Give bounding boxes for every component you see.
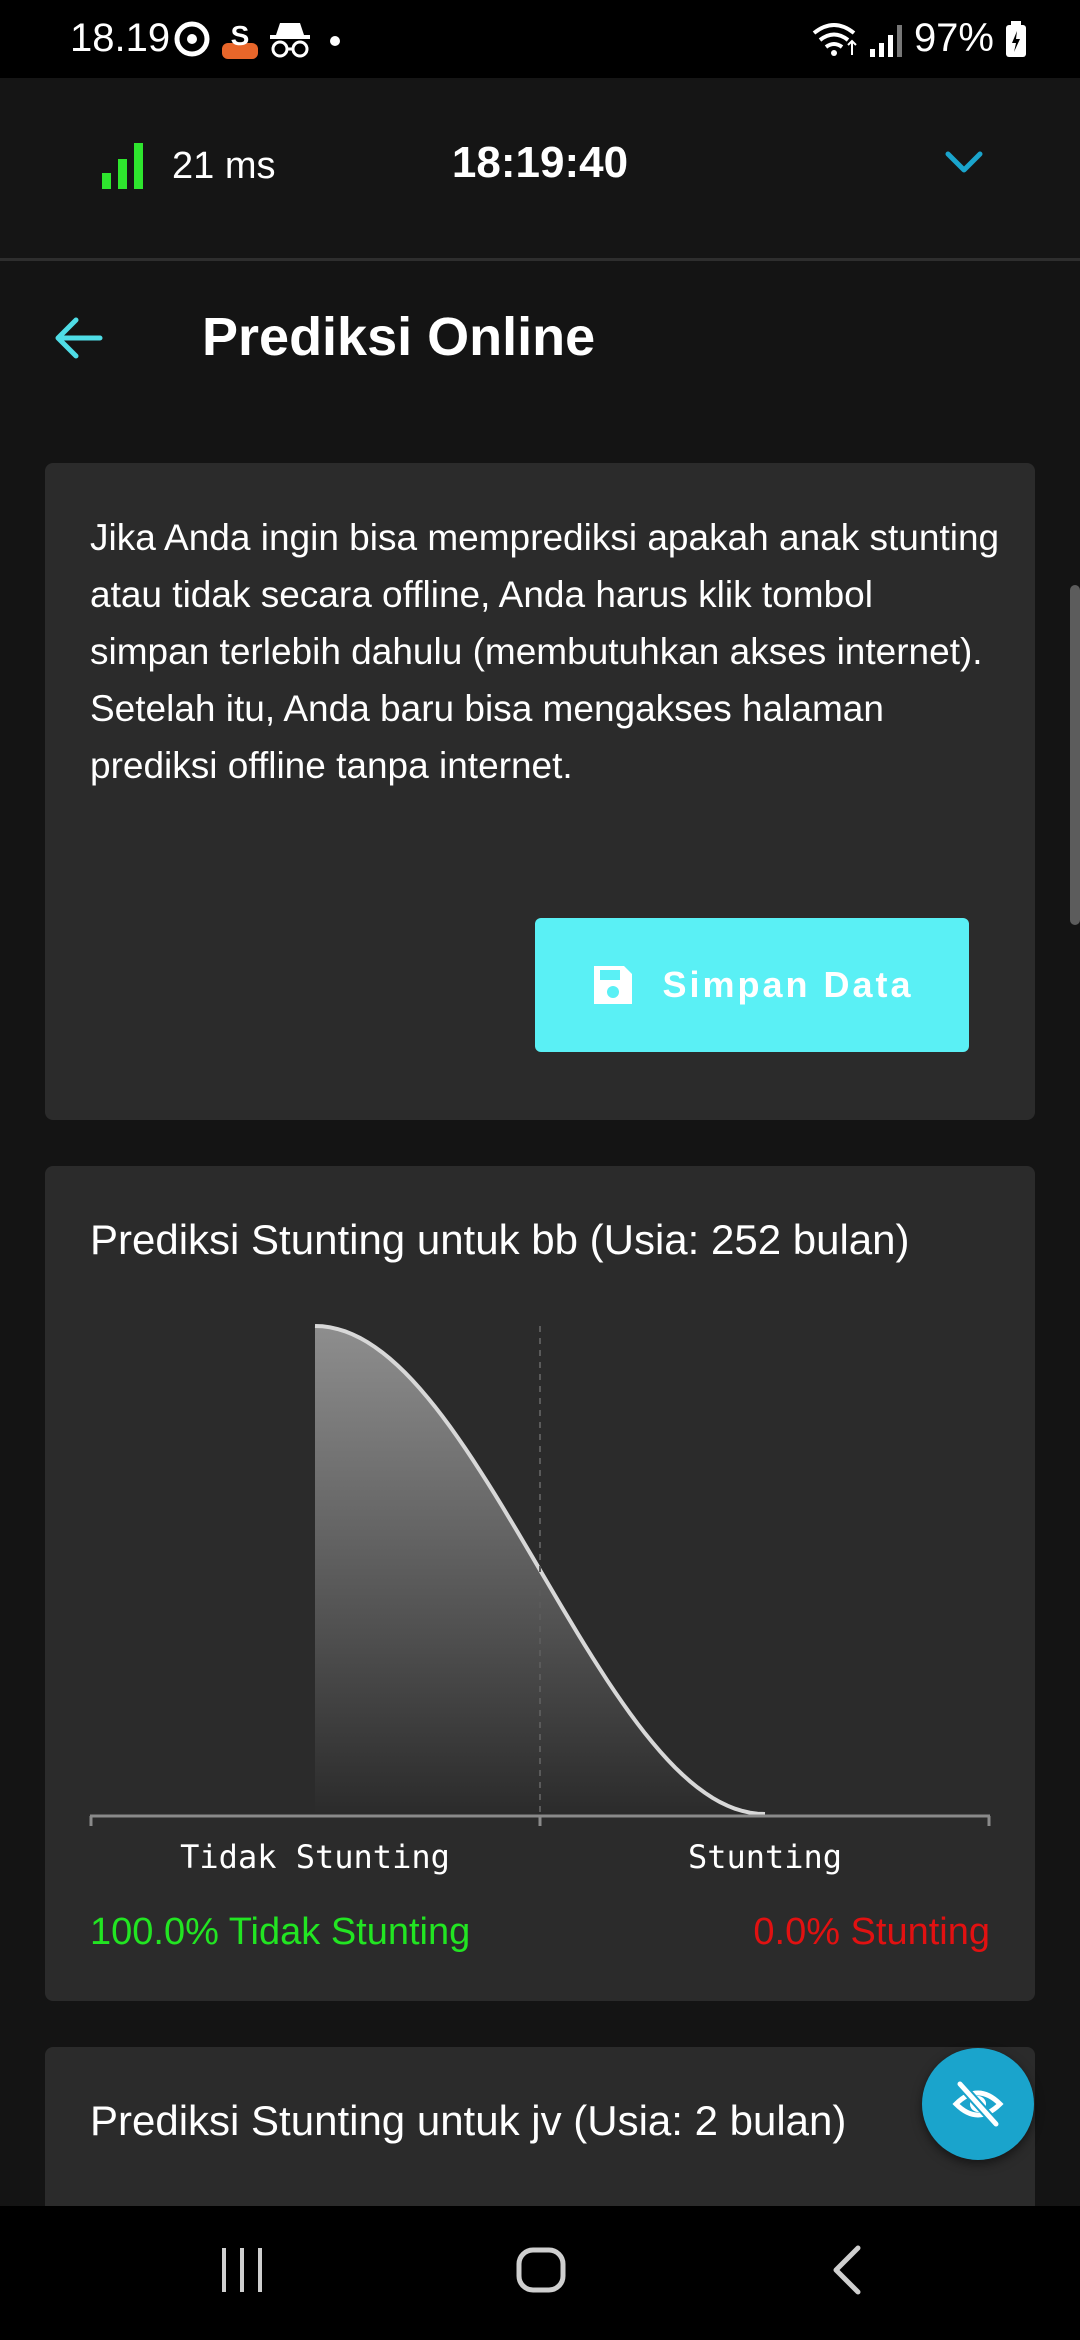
dot-icon [330, 36, 340, 46]
info-card: Jika Anda ingin bisa memprediksi apakah … [45, 463, 1035, 1120]
location-icon [174, 21, 210, 57]
clock: 18:19:40 [451, 138, 629, 187]
chevron-down-icon[interactable] [944, 146, 984, 176]
toggle-visibility-button[interactable] [922, 2048, 1034, 2160]
status-time: 18.19 [70, 16, 171, 60]
signal-icon [869, 24, 902, 57]
status-right: 97% [810, 16, 1028, 61]
back-icon[interactable] [826, 2242, 866, 2298]
wifi-icon [812, 22, 857, 56]
save-data-button[interactable]: Simpan Data [535, 918, 969, 1052]
battery-percent: 97% [913, 16, 994, 60]
eye-off-icon [952, 2080, 1004, 2128]
back-arrow-icon[interactable] [52, 316, 104, 360]
system-navigation-bar [0, 2206, 1080, 2340]
save-button-label: Simpan Data [662, 964, 914, 1005]
home-icon[interactable] [514, 2242, 568, 2298]
prediction-chart: Tidak Stunting Stunting [89, 1324, 991, 1876]
prediction-card: Prediksi Stunting untuk bb (Usia: 252 bu… [45, 1166, 1035, 2001]
stunting-percentage: 0.0% Stunting [753, 1911, 990, 1953]
status-bar: 18.19 S 97% [0, 0, 1080, 78]
prediction-title-2: Prediksi Stunting untuk jv (Usia: 2 bula… [90, 2097, 847, 2144]
s-app-icon: S [222, 20, 258, 59]
page-header: Prediksi Online [0, 268, 1080, 408]
status-notification-icons: S [172, 18, 350, 60]
incognito-icon [270, 23, 310, 58]
recents-icon[interactable] [218, 2242, 266, 2298]
x-tick-label-tidak-stunting: Tidak Stunting [180, 1838, 450, 1876]
x-tick-label-stunting: Stunting [688, 1838, 842, 1876]
floppy-disk-icon [594, 966, 633, 1004]
battery-icon [1006, 20, 1026, 57]
scrollbar[interactable] [1070, 585, 1080, 925]
info-text: Jika Anda ingin bisa memprediksi apakah … [90, 517, 1000, 786]
top-info-bar: 21 ms 18:19:40 [0, 78, 1080, 261]
tidak-stunting-percentage: 100.0% Tidak Stunting [90, 1911, 471, 1953]
prediction-card-2: Prediksi Stunting untuk jv (Usia: 2 bula… [45, 2047, 1035, 2217]
svg-text:S: S [231, 20, 250, 51]
page-title: Prediksi Online [202, 307, 596, 367]
